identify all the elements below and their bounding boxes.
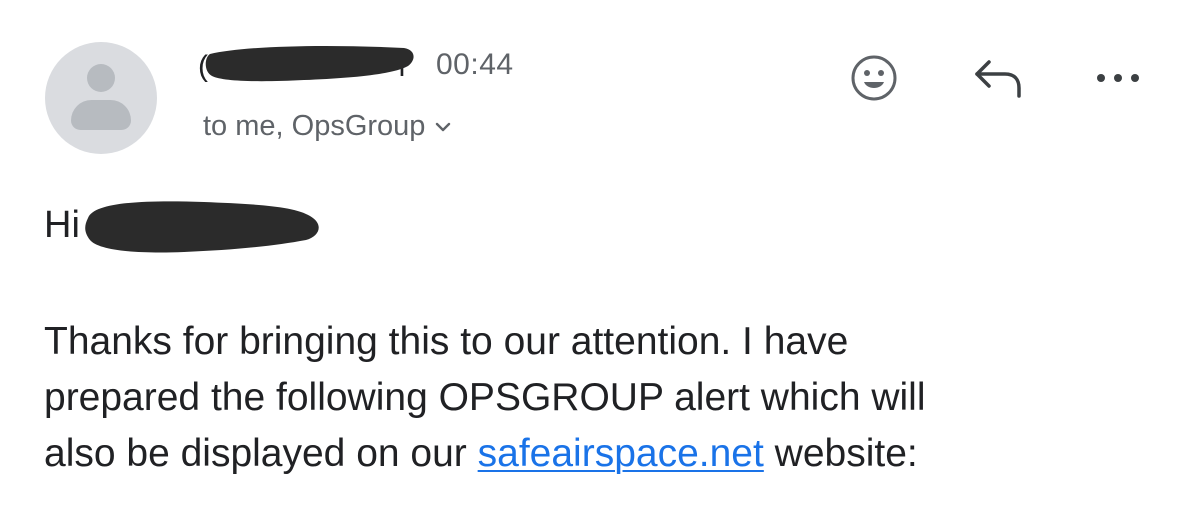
- reply-button[interactable]: [968, 50, 1028, 106]
- avatar-shoulders: [71, 100, 131, 130]
- sender-avatar-icon[interactable]: [45, 42, 157, 154]
- sender-name-redaction: [205, 46, 414, 82]
- body-line-3-start: also be displayed on our: [44, 432, 478, 475]
- email-message-view: ( f 00:44 to me, OpsGroup: [0, 0, 1200, 514]
- recipient-name-redaction: [85, 201, 319, 253]
- more-horizontal-icon: [1097, 74, 1139, 82]
- body-line-3: also be displayed on our safeairspace.ne…: [44, 426, 1164, 482]
- greeting-text: Hi: [44, 204, 80, 246]
- message-body: Thanks for bringing this to our attentio…: [44, 314, 1164, 482]
- body-line-3-end: website:: [763, 432, 918, 475]
- recipients-label: to me, OpsGroup: [203, 110, 426, 142]
- more-options-button[interactable]: [1088, 50, 1148, 106]
- reply-arrow-icon: [975, 60, 1021, 98]
- smiley-face-icon: [851, 55, 897, 101]
- message-time: 00:44: [436, 48, 514, 81]
- avatar-head: [87, 64, 115, 92]
- safeairspace-link[interactable]: safeairspace.net: [478, 432, 764, 475]
- add-reaction-button[interactable]: [846, 50, 902, 106]
- chevron-down-icon: [436, 122, 451, 131]
- body-line-2: prepared the following OPSGROUP alert wh…: [44, 376, 926, 419]
- body-line-1: Thanks for bringing this to our attentio…: [44, 320, 849, 363]
- recipients-toggle[interactable]: to me, OpsGroup: [203, 110, 451, 143]
